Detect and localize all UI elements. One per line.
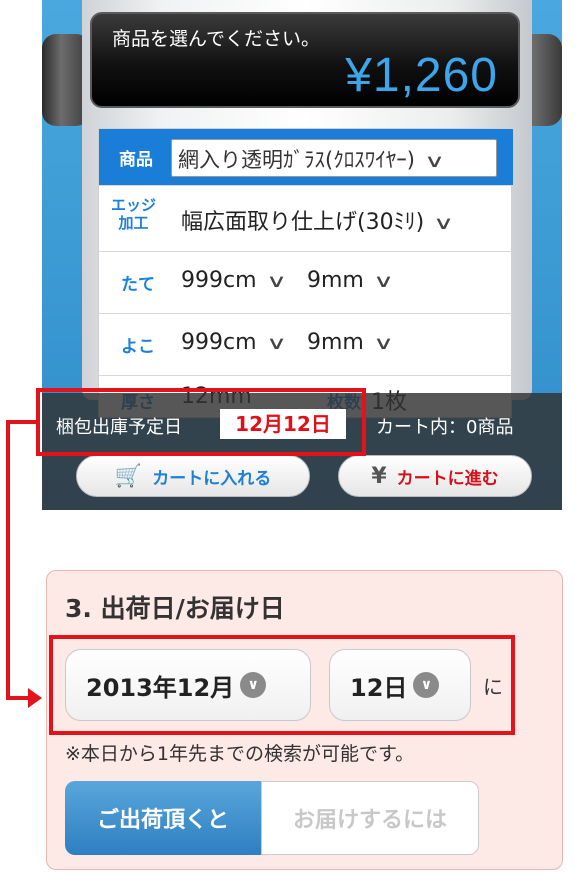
order-form: 商品 網入り透明ｶﾞﾗｽ(ｸﾛｽﾜｲﾔｰ) ∨ エッジ 加工 幅広面取り仕上げ(3…	[98, 128, 513, 418]
product-row: 商品 網入り透明ｶﾞﾗｽ(ｸﾛｽﾜｲﾔｰ) ∨	[99, 129, 513, 186]
chevron-down-icon: ∨	[372, 271, 395, 292]
connector-line-bottom	[6, 696, 30, 700]
product-select[interactable]: 網入り透明ｶﾞﾗｽ(ｸﾛｽﾜｲﾔｰ) ∨	[171, 139, 497, 177]
add-to-cart-button[interactable]: 🛒 カートに入れる	[76, 455, 310, 497]
height-label: たて	[121, 275, 155, 295]
width-mm-value: 9mm	[307, 330, 364, 355]
go-to-cart-button[interactable]: ¥ カートに進む	[338, 455, 532, 497]
width-cm-value: 999cm	[181, 330, 257, 355]
tab-ship-date[interactable]: ご出荷頂くと	[65, 781, 261, 855]
edge-row[interactable]: エッジ 加工 幅広面取り仕上げ(30ﾐﾘ) ∨	[99, 186, 513, 252]
chevron-down-icon: ∨	[372, 333, 395, 354]
go-to-cart-label: カートに進む	[396, 468, 499, 489]
date-highlight-frame	[49, 635, 515, 735]
yen-icon: ¥	[371, 463, 387, 489]
price-display: 商品を選んでください。 ¥1,260	[90, 12, 520, 108]
height-cm-value: 999cm	[181, 268, 257, 293]
chevron-down-icon: ∨	[265, 333, 287, 354]
edge-value: 幅広面取り仕上げ(30ﾐﾘ)	[181, 210, 425, 235]
height-mm-select[interactable]: 9mm ∨	[307, 268, 394, 293]
width-label: よこ	[121, 337, 155, 357]
product-value: 網入り透明ｶﾞﾗｽ(ｸﾛｽﾜｲﾔｰ)	[178, 148, 415, 172]
width-row: よこ 999cm ∨ 9mm ∨	[99, 314, 513, 376]
price-value: ¥1,260	[345, 49, 498, 102]
tab-delivery-date[interactable]: お届けするには	[261, 781, 479, 855]
width-cm-select[interactable]: 999cm ∨	[181, 330, 287, 355]
chevron-down-icon: ∨	[423, 151, 445, 172]
tab-deliver-label: お届けするには	[292, 808, 447, 833]
edge-select[interactable]: 幅広面取り仕上げ(30ﾐﾘ) ∨	[181, 204, 454, 236]
width-mm-select[interactable]: 9mm ∨	[307, 330, 394, 355]
shipping-date-section: 3. 出荷日/お届け日 2013年12月 ∨ 12日 ∨ に ※本日から1年先ま…	[46, 570, 563, 870]
shopping-cart-icon: 🛒	[114, 463, 143, 489]
tab-ship-label: ご出荷頂くと	[96, 808, 229, 833]
chevron-down-icon: ∨	[433, 213, 455, 234]
arrow-right-icon	[28, 688, 42, 708]
product-label: 商品	[119, 150, 153, 170]
height-mm-value: 9mm	[307, 268, 364, 293]
height-row: たて 999cm ∨ 9mm ∨	[99, 252, 513, 314]
cart-count: カート内：0商品	[376, 417, 514, 438]
chevron-down-icon: ∨	[265, 271, 287, 292]
ship-date-highlight-frame	[36, 388, 366, 456]
connector-line-top	[6, 420, 40, 424]
search-range-note: ※本日から1年先までの検索が可能です。	[65, 743, 415, 765]
display-label: 商品を選んでください。	[112, 28, 321, 50]
height-cm-select[interactable]: 999cm ∨	[181, 268, 287, 293]
connector-line-vertical	[6, 420, 10, 700]
section-title: 3. 出荷日/お届け日	[65, 594, 285, 623]
add-to-cart-label: カートに入れる	[152, 468, 272, 489]
edge-label: エッジ 加工	[111, 196, 157, 232]
